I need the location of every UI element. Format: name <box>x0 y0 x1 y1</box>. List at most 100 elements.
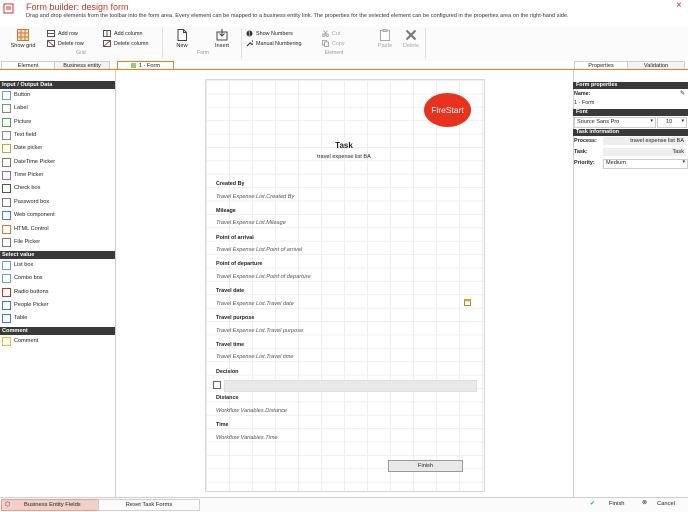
toolbox-section-select-value[interactable]: Select value <box>0 251 115 259</box>
field-value[interactable]: Travel Expense List.Mileage <box>216 220 286 226</box>
field-value[interactable]: Travel Expense List.Created By <box>216 194 294 200</box>
toolbox-section-input-output[interactable]: Input / Output Data <box>0 81 115 89</box>
manual-numbering-label: Manual Numbering <box>256 40 302 47</box>
font-family-select[interactable]: Source Sans Pro ▾ <box>574 117 656 128</box>
field-label[interactable]: Mileage <box>216 208 236 214</box>
delete-column-label: Delete column <box>114 40 149 47</box>
field-label[interactable]: Created By <box>216 181 244 187</box>
field-label[interactable]: Point of arrival <box>216 235 254 241</box>
field-value[interactable]: Travel Expense List.Travel time <box>216 354 294 360</box>
paste-button[interactable]: Paste <box>374 29 396 49</box>
close-icon[interactable]: × <box>676 0 682 11</box>
ribbon-separator <box>162 28 163 58</box>
delete-row-icon <box>47 40 55 47</box>
ribbon-toolbar: Show grid Add row Delete row Add column … <box>0 26 688 62</box>
delete-column-button[interactable]: Delete column <box>103 40 148 47</box>
field-label[interactable]: Time <box>216 422 228 428</box>
form-title[interactable]: Task <box>205 141 483 150</box>
toolbox-item-password-box[interactable]: Password box <box>0 196 115 209</box>
insert-label: Insert <box>215 43 229 49</box>
clipboard-icon <box>380 29 390 41</box>
toolbox-item-file-picker[interactable]: File Picker <box>0 236 115 249</box>
priority-label: Priority: <box>574 160 595 166</box>
toolbox-item-label: Time Picker <box>14 172 44 179</box>
name-value[interactable]: 1 - Form <box>574 100 594 106</box>
toolbox-item-web-component[interactable]: Web component <box>0 209 115 222</box>
delete-row-label: Delete row <box>58 40 84 47</box>
firestart-logo[interactable]: FireStart <box>424 93 471 127</box>
toolbox-item-datetime-picker[interactable]: DateTime Picker <box>0 156 115 169</box>
font-size-select[interactable]: 10 ▾ <box>657 117 687 128</box>
field-value[interactable]: Travel Expense List.Travel date <box>216 301 294 307</box>
calendar-icon[interactable] <box>464 299 471 308</box>
insert-button[interactable]: Insert <box>208 29 236 49</box>
toolbox-section-comment[interactable]: Comment <box>0 327 115 335</box>
decision-checkbox[interactable] <box>213 381 221 389</box>
delete-button[interactable]: Delete <box>399 29 423 49</box>
toolbox-item-people-picker[interactable]: People Picker <box>0 299 115 312</box>
copy-button[interactable]: Copy <box>322 40 345 47</box>
field-label[interactable]: Travel date <box>216 288 244 294</box>
toolbox-item-combo-box[interactable]: Combo box <box>0 272 115 285</box>
decision-field[interactable] <box>224 380 477 392</box>
toolbox-item-html-control[interactable]: HTML Control <box>0 223 115 236</box>
toolbox-item-label: File Picker <box>14 238 41 245</box>
show-grid-button[interactable]: Show grid <box>6 29 40 49</box>
logo-text: FireStart <box>431 105 464 115</box>
toolbox-item-comment[interactable]: Comment <box>0 335 115 348</box>
form-finish-button[interactable]: Finish <box>388 460 463 472</box>
toolbox-item-radio-buttons[interactable]: Radio buttons <box>0 286 115 299</box>
toolbox-item-date-picker[interactable]: Date picker <box>0 142 115 155</box>
field-label[interactable]: Travel purpose <box>216 315 254 321</box>
field-label[interactable]: Decision <box>216 369 238 375</box>
business-entity-fields-button[interactable]: ⬡ Business Entity Fields <box>1 499 99 511</box>
toolbox-item-text-field[interactable]: Text field <box>0 129 115 142</box>
group-grid-label: Grid <box>76 50 86 56</box>
field-value[interactable]: Travel Expense List.Point of departure <box>216 274 311 280</box>
delete-x-icon <box>405 29 417 41</box>
toolbox-item-check-box[interactable]: Check box <box>0 182 115 195</box>
add-row-button[interactable]: Add row <box>47 30 78 37</box>
font-header[interactable]: Font <box>573 109 688 116</box>
delete-column-icon <box>103 40 111 47</box>
new-form-button[interactable]: New <box>170 29 194 49</box>
html-control-icon <box>2 224 11 234</box>
priority-select[interactable]: Medium ▾ <box>603 159 688 169</box>
manual-numbering-button[interactable]: Manual Numbering <box>246 40 302 47</box>
show-numbers-button[interactable]: 1 Show Numbers <box>246 30 293 37</box>
text-field-icon <box>2 131 11 141</box>
cancel-button[interactable]: ⊗ Cancel <box>641 499 686 509</box>
field-label[interactable]: Travel time <box>216 342 244 348</box>
form-subtitle[interactable]: travel expense list BA <box>205 154 483 160</box>
toolbox-item-time-picker[interactable]: Time Picker <box>0 169 115 182</box>
field-label[interactable]: Point of departure <box>216 261 262 267</box>
table-icon <box>2 314 11 324</box>
task-info-header[interactable]: Task information <box>573 129 688 136</box>
finish-button[interactable]: ✔ Finish <box>589 499 634 509</box>
add-row-icon <box>47 30 55 37</box>
wrench-icon <box>246 40 253 47</box>
reset-task-forms-button[interactable]: Reset Task Forms <box>98 499 200 511</box>
toolbox-item-picture[interactable]: Picture <box>0 116 115 129</box>
toolbox-item-label[interactable]: Label <box>0 102 115 115</box>
toolbox-item-table[interactable]: Table <box>0 312 115 325</box>
form-properties-header[interactable]: Form properties <box>573 82 688 89</box>
insert-icon <box>216 29 228 41</box>
cut-label: Cut <box>332 30 341 37</box>
field-value[interactable]: Workflow Variables.Distance <box>216 408 287 414</box>
delete-row-button[interactable]: Delete row <box>47 40 84 47</box>
cut-button[interactable]: Cut <box>322 30 340 37</box>
process-value[interactable]: travel expense list BA <box>603 137 686 145</box>
field-value[interactable]: Workflow Variables.Time <box>216 435 278 441</box>
window-title: Form builder: design form <box>26 2 129 12</box>
toolbox-item-button[interactable]: Button <box>0 89 115 102</box>
add-column-button[interactable]: Add column <box>103 30 142 37</box>
field-label[interactable]: Distance <box>216 395 238 401</box>
pencil-icon[interactable]: ✎ <box>680 90 685 97</box>
task-value[interactable]: Task <box>603 148 686 156</box>
field-value[interactable]: Travel Expense List.Travel purpose <box>216 328 303 334</box>
toolbox-item-label: Table <box>14 315 28 322</box>
field-value[interactable]: Travel Expense List.Point of arrival <box>216 247 302 253</box>
toolbox-item-list-box[interactable]: List box <box>0 259 115 272</box>
form-tab-icon <box>130 63 136 69</box>
